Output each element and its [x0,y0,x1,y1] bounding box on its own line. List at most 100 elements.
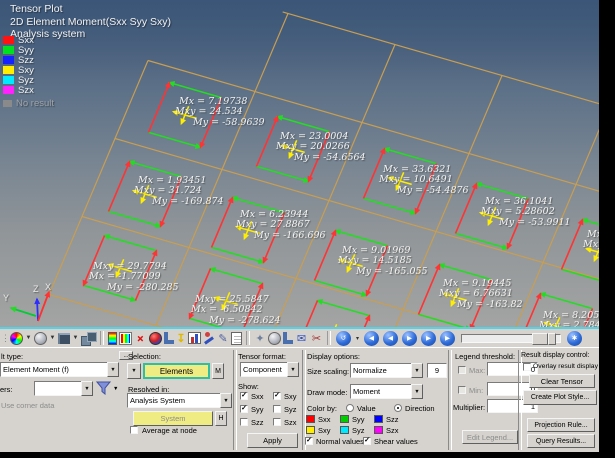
swatch-szx-label: Szx [386,426,399,435]
resolved-in-combo[interactable]: Analysis System [127,393,221,408]
result-type-combo-arrow[interactable]: ▼ [107,362,119,377]
projection-rule-button[interactable]: Projection Rule... [527,418,595,432]
syy-swatch [3,46,14,54]
history-button[interactable]: ↺ [336,331,351,346]
tensor-value-label: Mxy = 31.724 [134,185,202,196]
color-by-value-radio[interactable] [346,404,354,412]
solid-cube-icon[interactable] [58,333,70,344]
show-szz-checkbox[interactable] [240,418,248,426]
swatch-syy-label: Syy [352,415,365,424]
size-scaling-combo-arrow[interactable]: ▼ [411,363,423,378]
first-frame-button[interactable]: ◀ [364,331,379,346]
tensor-value-label: Mxy = 10.6491 [379,174,453,185]
multi-cube-icon[interactable] [81,332,96,345]
results-tool-icon[interactable]: ✦ [254,331,266,345]
system-button[interactable]: System [133,411,213,426]
apply-button[interactable]: Apply [247,433,298,448]
elements-button[interactable]: Elements [143,363,210,379]
mail-icon[interactable]: ✉ [295,331,308,345]
tensor-format-combo[interactable]: Component [240,362,288,377]
cut-plot-icon[interactable]: ✂ [310,331,323,345]
show-sxy-checkbox[interactable] [273,392,281,400]
panel-divider [302,350,306,450]
swatch-syz [340,426,349,434]
frame-slider-handle[interactable] [532,333,548,345]
vector-plot-icon[interactable]: + [131,329,149,347]
coordinate-triad [11,292,49,321]
last-frame-button[interactable]: ▶ [440,331,455,346]
swatch-sxx-label: Sxx [318,415,331,424]
result-display-control-label: Result display control: [521,352,589,359]
selection-label: Selection: [128,352,161,361]
average-at-node-checkbox[interactable] [130,426,138,434]
tensor-value-label: Mx = -6.50842 [191,304,263,315]
tensor-format-combo-arrow[interactable]: ▼ [287,362,299,377]
normal-values-label: Normal values [316,437,364,446]
filter-caret-icon[interactable]: ▼ [113,386,118,392]
draw-mode-combo[interactable]: Moment [350,384,412,399]
scale-number-field[interactable]: 9 [427,363,447,378]
size-scaling-combo[interactable]: Normalize [350,363,412,378]
deformed-shape-icon[interactable] [164,332,174,344]
query-results-button[interactable]: Query Results... [527,434,595,448]
shaded-sphere-icon[interactable] [34,332,47,345]
graphics-viewport[interactable]: Tensor Plot 2D Element Moment(Sxx Syy Sx… [0,0,599,327]
tensor-value-label: My = -280.285 [107,282,179,293]
clear-tensor-button[interactable]: Clear Tensor [529,374,595,388]
min-checkbox[interactable] [458,386,466,394]
frame-slider-handle-2[interactable] [548,333,556,345]
triad-axis-x [38,292,49,321]
dropdown-caret-icon[interactable]: ▼ [49,331,56,345]
edit-legend-button[interactable]: Edit Legend... [462,430,518,444]
selection-side-button[interactable]: M [212,363,224,379]
tensor-ball-icon[interactable] [149,332,162,345]
szz-swatch [3,56,14,64]
system-side-button[interactable]: H [215,411,227,426]
chart-icon[interactable] [188,332,201,344]
legend-row: Szx [3,85,54,95]
report-page-icon[interactable] [231,332,242,345]
trace-icon[interactable] [283,332,293,344]
panel-divider [233,350,237,450]
show-sxx-checkbox[interactable] [240,392,248,400]
legend-row: Szz [3,55,54,65]
create-plot-style-button[interactable]: Create Plot Style... [523,390,597,405]
contour-bar-icon[interactable] [108,332,117,345]
draw-mode-combo-arrow[interactable]: ▼ [411,384,423,399]
toolbar-separator [100,331,104,345]
normal-values-checkbox[interactable] [305,437,313,445]
results-toolbar: ⋮▼▼▼+↧✎✦✉✂↺▾◀◀▶▶▶✱ [0,329,599,347]
overlay-result-label: Overlay result display [533,363,598,370]
show-szx-checkbox[interactable] [273,418,281,426]
freebody-pencil-icon[interactable]: ✎ [217,331,229,345]
legend-row: Syz [3,75,54,85]
shear-values-checkbox[interactable] [363,437,371,445]
show-syz-checkbox[interactable] [273,405,281,413]
selection-method-arrow[interactable]: ▼ [127,363,141,379]
marker-pin-icon[interactable]: ↧ [176,331,186,345]
next-frame-button[interactable]: ▶ [421,331,436,346]
color-wheel-icon[interactable] [10,332,23,345]
layers-combo[interactable] [34,381,82,396]
show-sxy-label: Sxy [284,392,297,401]
animation-settings-button[interactable]: ✱ [567,331,582,346]
play-button[interactable]: ▶ [402,331,417,346]
filter-funnel-icon[interactable] [96,381,112,397]
color-by-direction-radio[interactable] [394,404,402,412]
animate-icon[interactable] [203,332,215,345]
layers-combo-arrow[interactable]: ▼ [81,381,93,396]
overlay-result-checkbox[interactable] [523,363,531,371]
frame-slider[interactable] [461,334,561,343]
prev-frame-button[interactable]: ◀ [383,331,398,346]
result-type-combo[interactable]: Element Moment (f) [0,362,108,377]
max-checkbox[interactable] [458,366,466,374]
dropdown-caret-icon[interactable]: ▼ [72,331,79,345]
resolved-in-combo-arrow[interactable]: ▼ [220,393,232,408]
dropdown-caret-icon[interactable]: ▼ [25,331,32,345]
sphere-icon[interactable] [268,332,281,345]
playback-caret-icon[interactable]: ▾ [354,331,361,345]
show-syy-checkbox[interactable] [240,405,248,413]
triad-label-y: Y [3,293,9,303]
size-scaling-label: Size scaling: [307,367,349,376]
show-szz-label: Szz [251,418,264,427]
